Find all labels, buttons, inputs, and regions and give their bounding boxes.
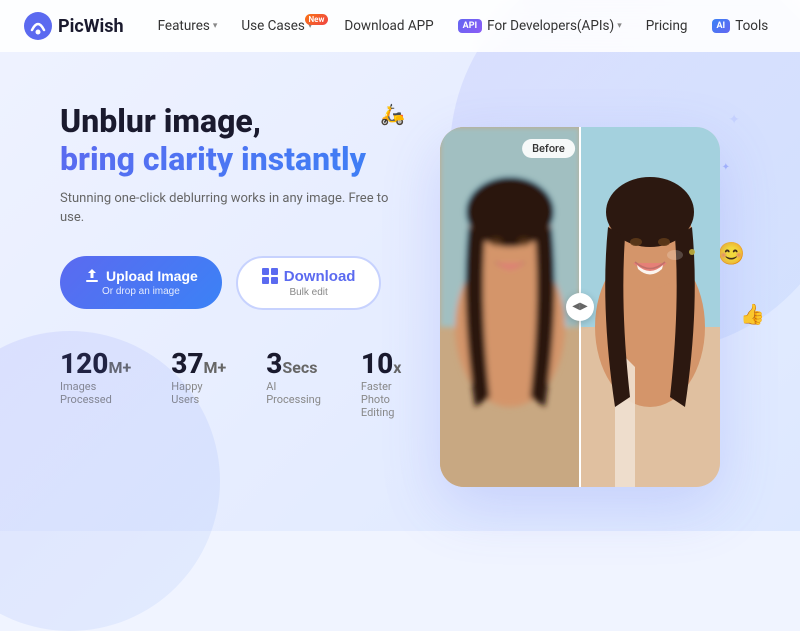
thumb-decoration: 👍 — [740, 302, 765, 326]
ai-badge: AI — [712, 19, 731, 33]
stat-processing-number: 3Secs — [266, 350, 317, 378]
nav-developers[interactable]: API For Developers(APIs) ▾ — [448, 12, 632, 40]
hero-content: Unblur image, bring clarity instantly St… — [60, 82, 410, 419]
hero-image-area: ✦ ✦ 🛵 😊 👍 — [410, 82, 750, 531]
stat-images-number: 120M+ — [60, 350, 131, 378]
stat-speed: 10x Faster Photo Editing — [361, 350, 410, 419]
hero-title-line1: Unblur image, — [60, 102, 410, 140]
navbar: PicWish Features ▾ Use Cases ▾ New Downl… — [0, 0, 800, 52]
stat-processing-label: AI Processing — [266, 380, 321, 406]
nav-use-cases-label: Use Cases — [241, 18, 304, 34]
cta-buttons: Upload Image Or drop an image Download B… — [60, 256, 410, 310]
star-decoration-2: ✦ — [722, 162, 730, 173]
stat-images-label: Images Processed — [60, 380, 131, 406]
download-button-sub: Bulk edit — [289, 287, 327, 298]
upload-button[interactable]: Upload Image Or drop an image — [60, 256, 222, 309]
after-image — [580, 127, 720, 487]
stat-users-number: 37M+ — [171, 350, 226, 378]
before-image — [440, 127, 580, 487]
smiley-decoration: 😊 — [718, 242, 745, 267]
stats-row: 120M+ Images Processed 37M+ Happy Users … — [60, 350, 410, 419]
download-button-label: Download — [284, 268, 356, 285]
nav-download[interactable]: Download APP — [334, 12, 443, 40]
nav-download-label: Download APP — [344, 18, 433, 34]
stat-speed-label: Faster Photo Editing — [361, 380, 410, 419]
nav-features-label: Features — [158, 18, 210, 34]
stat-processing: 3Secs AI Processing — [266, 350, 321, 419]
before-label: Before — [522, 139, 575, 158]
new-badge: New — [305, 14, 329, 25]
brand-name: PicWish — [58, 16, 124, 37]
hero-section: Unblur image, bring clarity instantly St… — [0, 52, 800, 531]
nav-features[interactable]: Features ▾ — [148, 12, 228, 40]
upload-icon — [84, 268, 100, 284]
stat-speed-number: 10x — [361, 350, 401, 378]
logo-icon — [24, 12, 52, 40]
logo[interactable]: PicWish — [24, 12, 124, 40]
upload-button-label: Upload Image — [106, 268, 198, 284]
divider-handle[interactable]: ◀▶ — [566, 293, 594, 321]
chevron-down-icon: ▾ — [617, 21, 622, 31]
hero-title-line2: bring clarity instantly — [60, 140, 410, 178]
nav-tools[interactable]: AI Tools — [702, 12, 779, 40]
nav-pricing-label: Pricing — [646, 18, 688, 34]
robot-decoration: 🛵 — [380, 102, 405, 126]
stat-users-label: Happy Users — [171, 380, 226, 406]
nav-pricing[interactable]: Pricing — [636, 12, 698, 40]
chevron-down-icon: ▾ — [213, 21, 218, 31]
nav-tools-label: Tools — [735, 18, 768, 34]
star-decoration-1: ✦ — [728, 112, 740, 128]
after-woman-svg — [580, 127, 720, 487]
before-after-image: ◀▶ Before After — [440, 127, 720, 487]
stat-users: 37M+ Happy Users — [171, 350, 226, 419]
upload-button-sub: Or drop an image — [102, 286, 180, 297]
windows-icon — [262, 268, 278, 284]
download-button[interactable]: Download Bulk edit — [236, 256, 382, 310]
hero-subtitle: Stunning one-click deblurring works in a… — [60, 189, 410, 228]
api-badge: API — [458, 19, 482, 33]
stat-images: 120M+ Images Processed — [60, 350, 131, 419]
nav-use-cases[interactable]: Use Cases ▾ New — [231, 12, 330, 40]
nav-developers-label: For Developers(APIs) — [487, 18, 614, 34]
before-woman-svg — [440, 127, 580, 487]
